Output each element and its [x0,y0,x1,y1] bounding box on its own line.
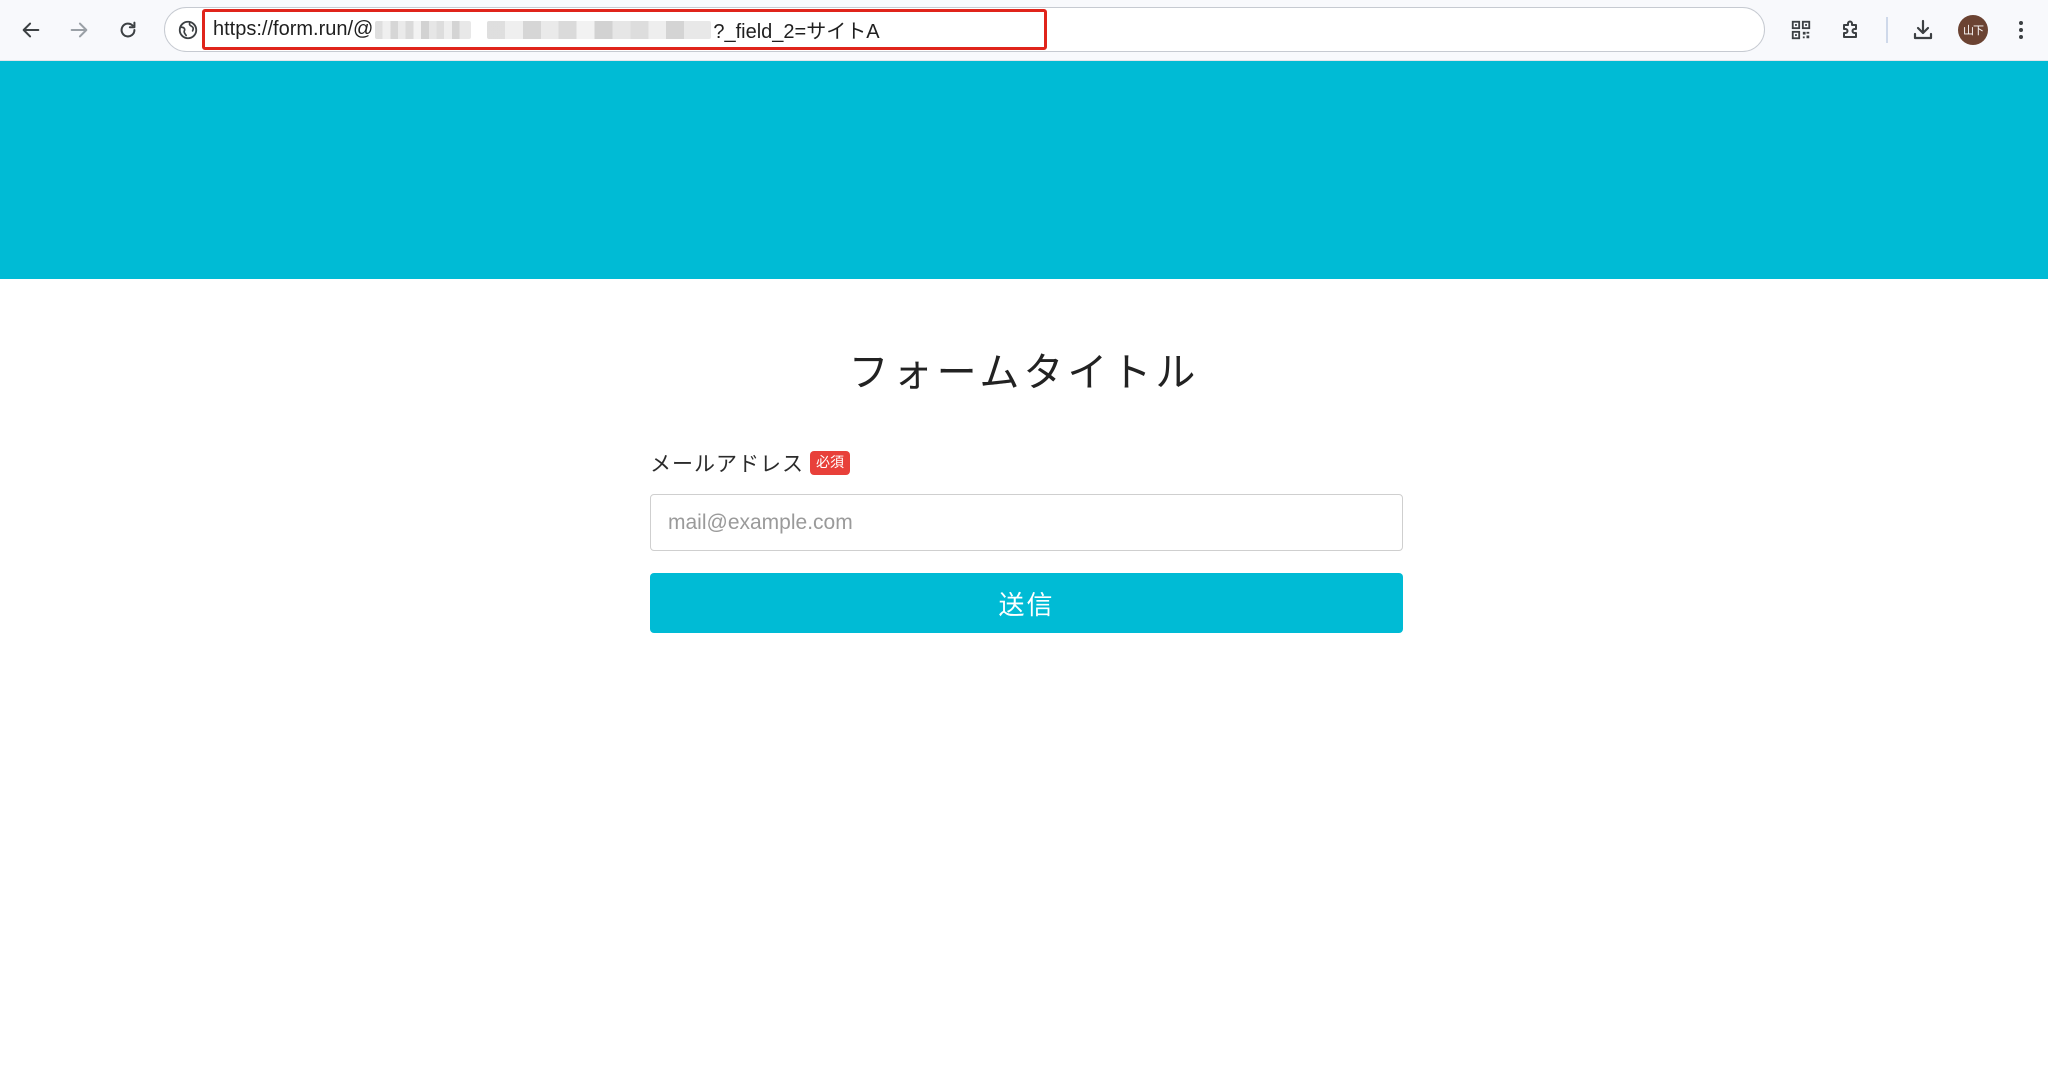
downloads-button[interactable] [1906,13,1940,47]
email-label: メールアドレス [650,452,804,476]
qr-code-icon [1791,20,1811,40]
url-prefix: https://form.run/@ [213,18,374,40]
url-redacted-segment [487,20,712,39]
header-banner [0,61,2048,279]
required-badge: 必須 [810,451,850,475]
email-input[interactable] [650,494,1403,551]
url-text[interactable]: https://form.run/@ ?_field_2=サイトA [213,8,880,51]
profile-avatar[interactable]: 山下 [1958,15,1988,45]
address-bar[interactable]: https://form.run/@ ?_field_2=サイトA [164,7,1765,52]
browser-toolbar: https://form.run/@ ?_field_2=サイトA 山下 [0,0,2048,61]
extensions-button[interactable] [1834,13,1868,47]
back-button[interactable] [14,13,48,47]
url-suffix: ?_field_2=サイトA [713,21,880,43]
site-info-globe-icon[interactable] [177,19,199,41]
arrow-right-icon [70,22,88,38]
email-label-row: メールアドレス 必須 [650,448,850,478]
form-title: フォームタイトル [848,350,1200,396]
toolbar-separator [1886,17,1888,43]
browser-menu-button[interactable] [2004,13,2038,47]
arrow-left-icon [22,22,40,38]
forward-button[interactable] [62,13,96,47]
puzzle-piece-icon [1843,20,1857,38]
url-redacted-segment [375,20,472,39]
qr-code-button[interactable] [1784,13,1818,47]
profile-initials: 山下 [1963,24,1984,37]
download-icon [1913,19,1933,40]
submit-button[interactable]: 送信 [650,573,1403,633]
reload-icon [120,21,136,38]
reload-button[interactable] [111,13,145,47]
kebab-menu-icon [2019,21,2023,39]
